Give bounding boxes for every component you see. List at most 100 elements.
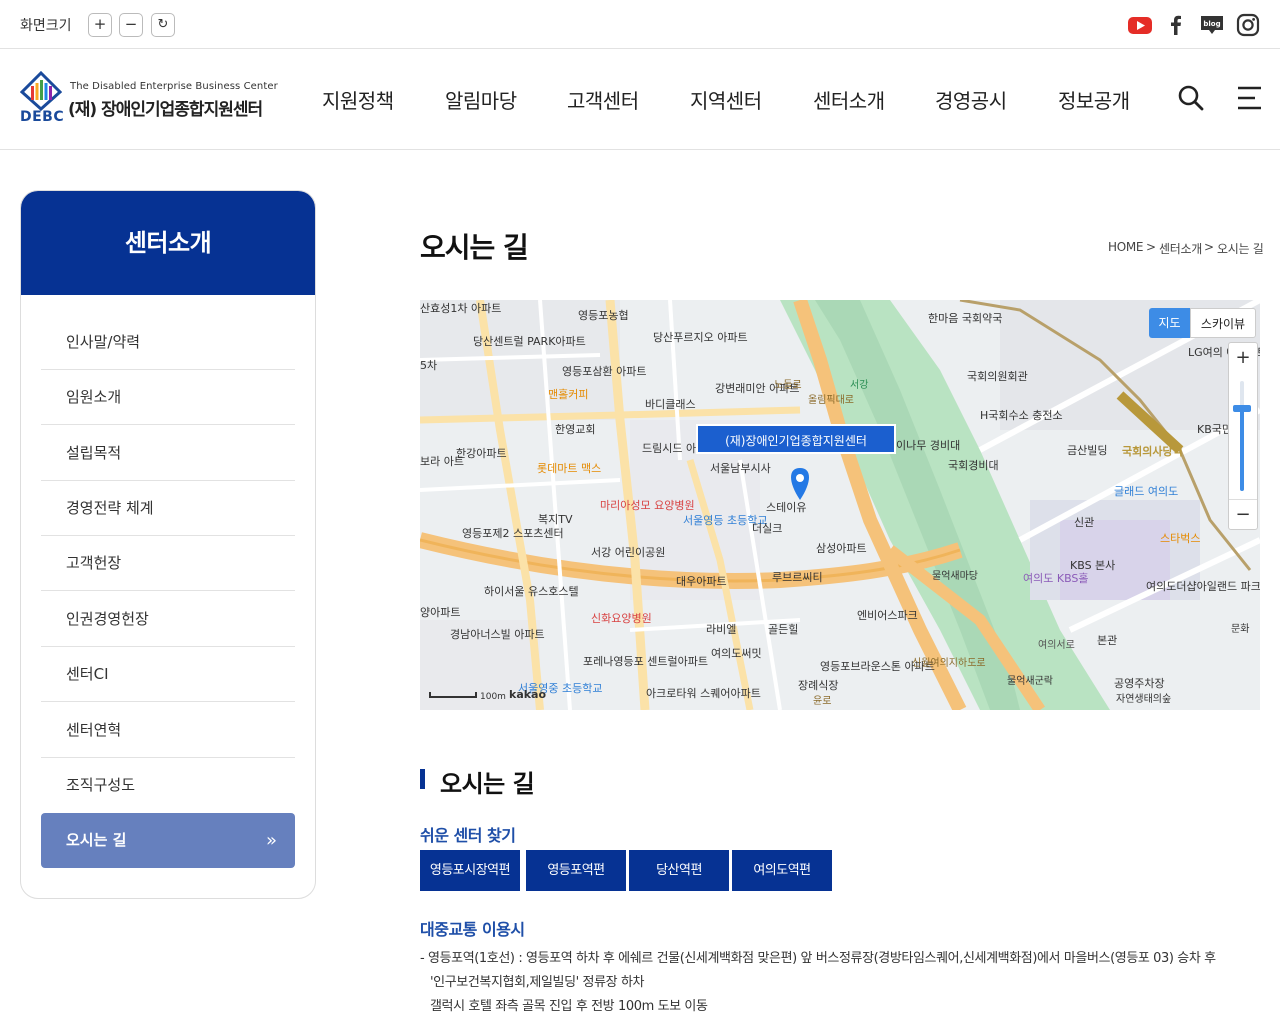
map-label: 공영주차장 — [1114, 677, 1165, 690]
zoom-reset-button[interactable]: ↻ — [151, 13, 175, 37]
map-label: 한영교회 — [555, 423, 596, 436]
side-nav-item-human-rights[interactable]: 인권경영헌장 — [41, 592, 295, 647]
map-zoom-in-button[interactable]: + — [1229, 343, 1257, 373]
side-nav-item-organization[interactable]: 조직구성도 — [41, 758, 295, 813]
gnb-customer-center[interactable]: 고객센터 — [567, 85, 639, 114]
utility-bar: 화면크기 + − ↻ blog — [0, 0, 1280, 49]
breadcrumb-about[interactable]: 센터소개 — [1159, 240, 1202, 257]
side-nav-item-strategy[interactable]: 경영전략 체계 — [41, 481, 295, 536]
map-label: KB국민 — [1197, 423, 1232, 436]
map-label: 대우아파트 — [676, 575, 727, 588]
transit-line: - 영등포역(1호선) : 영등포역 하차 후 에쉐르 건물(신세계백화점 맞은… — [420, 951, 1216, 966]
menu-icon[interactable] — [1235, 83, 1265, 113]
map-label: 본관 — [1097, 634, 1118, 647]
breadcrumb-separator: > — [1204, 240, 1214, 254]
zoom-in-button[interactable]: + — [88, 13, 112, 37]
map-label: 신관 — [1074, 516, 1095, 529]
map-label: 한마음 국회약국 — [928, 312, 1003, 325]
map-label: 엔비어스파크 — [857, 609, 918, 622]
gnb-info-disclosure[interactable]: 정보공개 — [1058, 85, 1130, 114]
location-map[interactable]: 산효성1차 아파트 영등포농협 당산센트럴 PARK아파트 당산푸르지오 아파트… — [420, 300, 1260, 710]
map-label: 장례식장 — [798, 679, 839, 692]
map-label: 맨홀커피 — [548, 388, 589, 401]
site-logo[interactable]: The Disabled Enterprise Business Center … — [18, 71, 288, 129]
map-label: 아크로타워 스퀘어아파트 — [646, 687, 761, 700]
transit-line: '인구보건복지협회,제일빌딩' 정류장 하차 — [430, 975, 645, 990]
map-label: 문화 — [1231, 624, 1250, 635]
double-chevron-right-icon: » — [265, 830, 277, 851]
map-label: 자연생태의숲 — [1116, 694, 1172, 705]
station-yeongdeungpo-button[interactable]: 영등포역편 — [526, 850, 626, 891]
map-label: 스테이유 — [766, 501, 807, 514]
map-label: 경남아너스빌 아파트 — [450, 628, 545, 641]
map-zoom-slider-handle[interactable] — [1233, 405, 1251, 412]
station-dangsan-button[interactable]: 당산역편 — [629, 850, 729, 891]
place-info-label[interactable]: (재)장애인기업종합지원센터 — [696, 424, 896, 454]
map-label: 서강 — [850, 380, 869, 391]
map-label: 서강 어린이공원 — [591, 546, 666, 559]
kakao-logo[interactable]: kakao — [509, 689, 546, 701]
map-label: 국회의사당역 — [1122, 445, 1183, 458]
map-label: 라비엘 — [706, 623, 737, 636]
map-label: 서울남부시사 — [710, 462, 771, 475]
gnb-support-policy[interactable]: 지원정책 — [322, 85, 394, 114]
facebook-icon[interactable] — [1163, 12, 1189, 38]
map-type-roadmap-button[interactable]: 지도 — [1149, 308, 1190, 338]
map-label: 산효성1차 아파트 — [420, 302, 502, 315]
side-nav: 센터소개 인사말/약력 임원소개 설립목적 경영전략 체계 고객헌장 인권경영헌… — [20, 190, 316, 899]
transit-line: 갤럭시 호텔 좌측 골목 진입 후 전방 100m 도보 이동 — [430, 999, 708, 1014]
map-label: H국회수소 충전소 — [980, 409, 1063, 422]
map-label: 양아파트 — [420, 606, 461, 619]
side-nav-item-ci[interactable]: 센터CI — [41, 647, 295, 702]
gnb-notice[interactable]: 알림마당 — [445, 85, 517, 114]
blog-icon[interactable]: blog — [1199, 12, 1225, 38]
search-icon[interactable] — [1176, 83, 1206, 113]
map-label: 글래드 여의도 — [1114, 485, 1179, 498]
side-nav-item-history[interactable]: 센터연혁 — [41, 703, 295, 758]
side-nav-item-executives[interactable]: 임원소개 — [41, 370, 295, 425]
station-yeouido-button[interactable]: 여의도역편 — [732, 850, 832, 891]
map-label: 더실크 — [752, 522, 783, 535]
map-label: 국회경비대 — [948, 459, 999, 472]
side-nav-item-purpose[interactable]: 설립목적 — [41, 426, 295, 481]
map-label: 당산센트럴 PARK아파트 — [473, 335, 586, 348]
map-label: 금산빌딩 — [1067, 444, 1108, 457]
gnb-regional-center[interactable]: 지역센터 — [690, 85, 762, 114]
breadcrumb-current: 오시는 길 — [1217, 242, 1264, 256]
map-type-skyview-button[interactable]: 스카이뷰 — [1190, 308, 1256, 338]
map-label: 윤로 — [813, 696, 832, 707]
debc-logo-icon — [20, 71, 62, 111]
side-nav-item-greeting[interactable]: 인사말/약력 — [41, 315, 295, 370]
breadcrumb-separator: > — [1146, 240, 1156, 254]
map-label: 물억새마당 — [932, 571, 978, 582]
map-label: 여의도더샵아일랜드 파크오피스텔 — [1146, 580, 1260, 593]
side-nav-item-directions[interactable]: 오시는 길 » — [41, 813, 295, 868]
map-label: 신화요양병원 — [591, 612, 652, 625]
map-label: 바디클래스 — [645, 398, 696, 411]
zoom-size-label: 화면크기 — [20, 18, 72, 34]
breadcrumb-home[interactable]: HOME — [1108, 240, 1144, 254]
map-label: 골든힐 — [768, 623, 799, 636]
gnb-about-center[interactable]: 센터소개 — [813, 85, 885, 114]
public-transit-title: 대중교통 이용시 — [420, 920, 525, 939]
map-scale-label: 100m — [480, 692, 506, 702]
instagram-icon[interactable] — [1235, 12, 1261, 38]
side-nav-item-customer-charter[interactable]: 고객헌장 — [41, 536, 295, 591]
map-zoom-out-button[interactable]: − — [1229, 499, 1257, 529]
map-label: 복지TV — [538, 513, 573, 526]
map-label: 여의도 KBS홀 — [1023, 572, 1089, 585]
logo-english-name: The Disabled Enterprise Business Center — [70, 81, 278, 92]
map-label: 물억새군락 — [1007, 676, 1053, 687]
logo-korean-name: (재) 장애인기업종합지원센터 — [68, 100, 263, 120]
directions-section-title: 오시는 길 — [420, 764, 535, 799]
map-label: 포레나영등포 센트럴아파트 — [583, 655, 708, 668]
youtube-icon[interactable] — [1127, 12, 1153, 38]
map-label: 국회의원회관 — [967, 370, 1028, 383]
map-label: 5차 — [420, 359, 438, 372]
zoom-out-button[interactable]: − — [119, 13, 143, 37]
map-label: 영등포제2 스포츠센터 — [462, 527, 564, 540]
map-label: 영등포삼환 아파트 — [562, 365, 647, 378]
gnb-management-disclosure[interactable]: 경영공시 — [935, 85, 1007, 114]
station-yeongdeungpo-market-button[interactable]: 영등포시장역편 — [420, 850, 520, 891]
map-label: 여의서로 — [1038, 640, 1075, 651]
